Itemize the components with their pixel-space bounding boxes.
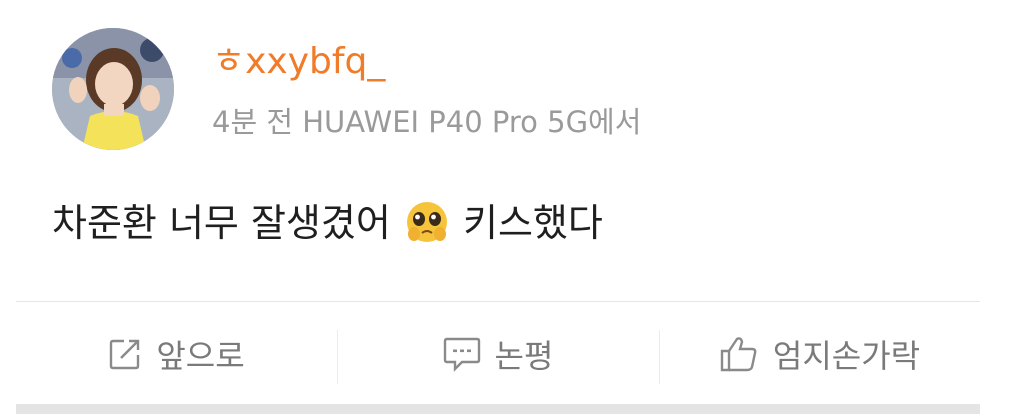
post-text-after: 키스했다: [463, 201, 603, 245]
weibo-post: ㅎxxybfq_ 4분 전 HUAWEI P40 Pro 5G에서 차준환 너무…: [0, 0, 1013, 414]
post-meta: 4분 전 HUAWEI P40 Pro 5G에서: [212, 105, 642, 139]
like-label: 엄지손가락: [772, 337, 921, 375]
pleading-face-icon: [405, 200, 449, 256]
forward-button[interactable]: 앞으로: [16, 302, 337, 406]
forward-label: 앞으로: [156, 337, 245, 375]
comment-button[interactable]: 논평: [337, 302, 659, 406]
like-button[interactable]: 엄지손가락: [659, 302, 980, 406]
comment-icon: [443, 336, 481, 372]
post-text-before: 차준환 너무 잘생겼어: [52, 201, 391, 245]
avatar-image: [52, 28, 174, 150]
bottom-separator: [16, 404, 980, 414]
username[interactable]: ㅎxxybfq_: [212, 40, 385, 84]
thumbs-up-icon: [719, 335, 759, 373]
post-text: 차준환 너무 잘생겼어 키스했다: [52, 198, 603, 256]
avatar[interactable]: [52, 28, 174, 150]
comment-label: 논평: [494, 337, 554, 375]
share-icon: [108, 337, 142, 371]
action-bar: 앞으로 논평 엄지손가락: [16, 302, 980, 406]
